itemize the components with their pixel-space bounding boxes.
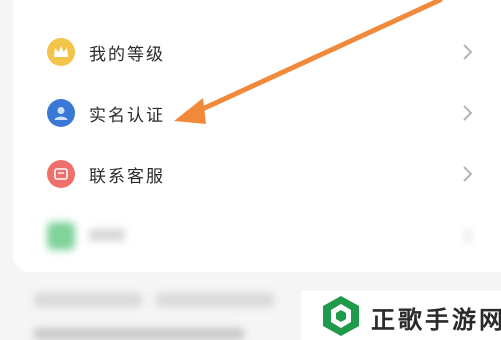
chevron-right-icon bbox=[463, 228, 473, 244]
menu-card: 我的等级 实名认证 联系客服 bbox=[13, 0, 501, 272]
chevron-right-icon bbox=[463, 105, 473, 121]
blurred-content-strip bbox=[34, 328, 244, 340]
menu-item-label: 我的等级 bbox=[89, 44, 165, 65]
watermark: 正歌手游网 bbox=[301, 291, 501, 340]
crown-icon bbox=[47, 38, 75, 66]
menu-item-settings[interactable] bbox=[13, 206, 501, 266]
user-id-icon bbox=[47, 99, 75, 127]
customer-service-icon bbox=[47, 160, 75, 188]
menu-item-customer-service[interactable]: 联系客服 bbox=[13, 144, 501, 204]
menu-item-label: 联系客服 bbox=[89, 166, 165, 187]
menu-item-real-name-verification[interactable]: 实名认证 bbox=[13, 83, 501, 143]
chevron-right-icon bbox=[463, 44, 473, 60]
menu-item-level[interactable]: 我的等级 bbox=[13, 22, 501, 82]
menu-item-label: 实名认证 bbox=[89, 105, 165, 126]
menu-item-label-blurred bbox=[89, 226, 125, 246]
site-logo-icon bbox=[323, 296, 359, 336]
blurred-section-header bbox=[34, 288, 274, 312]
watermark-text: 正歌手游网 bbox=[371, 306, 501, 334]
settings-icon bbox=[47, 222, 75, 250]
chevron-right-icon bbox=[463, 166, 473, 182]
